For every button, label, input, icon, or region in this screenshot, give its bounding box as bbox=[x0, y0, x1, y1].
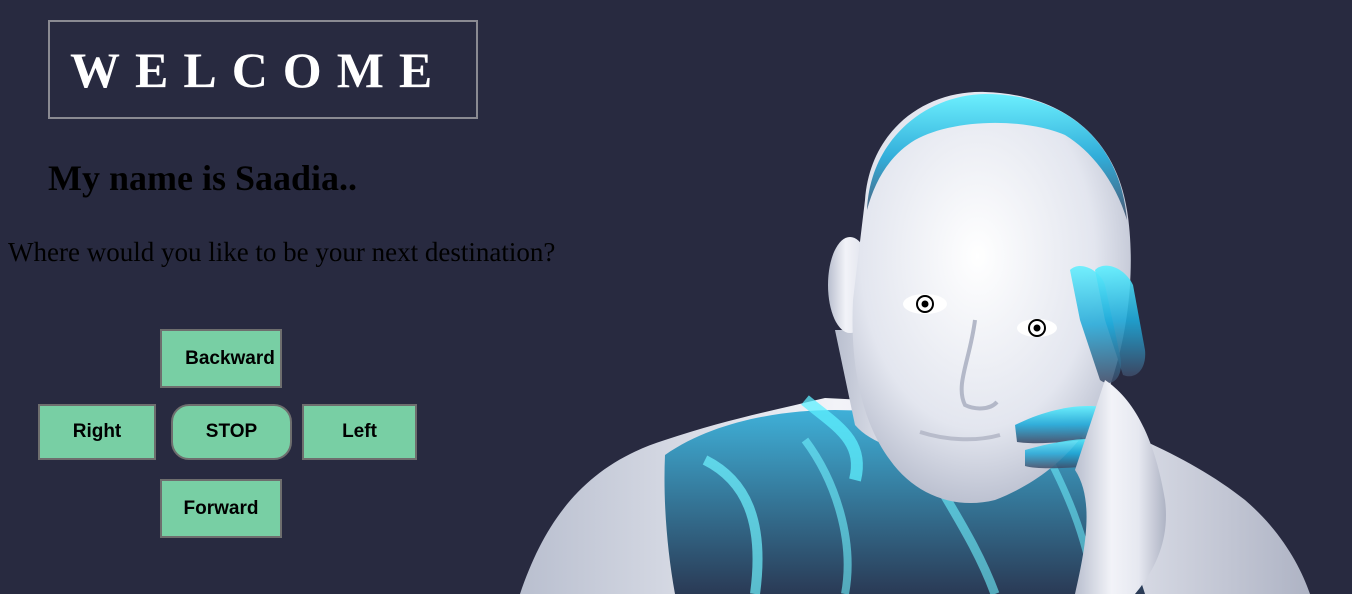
name-heading: My name is Saadia.. bbox=[48, 158, 358, 198]
welcome-banner: WELCOME bbox=[48, 20, 478, 119]
left-button[interactable]: Left bbox=[302, 404, 417, 460]
right-button[interactable]: Right bbox=[38, 404, 156, 460]
backward-button[interactable]: Backward bbox=[160, 329, 282, 388]
robot-illustration bbox=[520, 91, 1310, 594]
forward-button[interactable]: Forward bbox=[160, 479, 282, 538]
page-stage: WELCOME My name is Saadia.. Where would … bbox=[0, 0, 1352, 594]
destination-question: Where would you like to be your next des… bbox=[8, 237, 556, 267]
welcome-title: WELCOME bbox=[70, 42, 448, 98]
stop-button[interactable]: STOP bbox=[171, 404, 292, 460]
